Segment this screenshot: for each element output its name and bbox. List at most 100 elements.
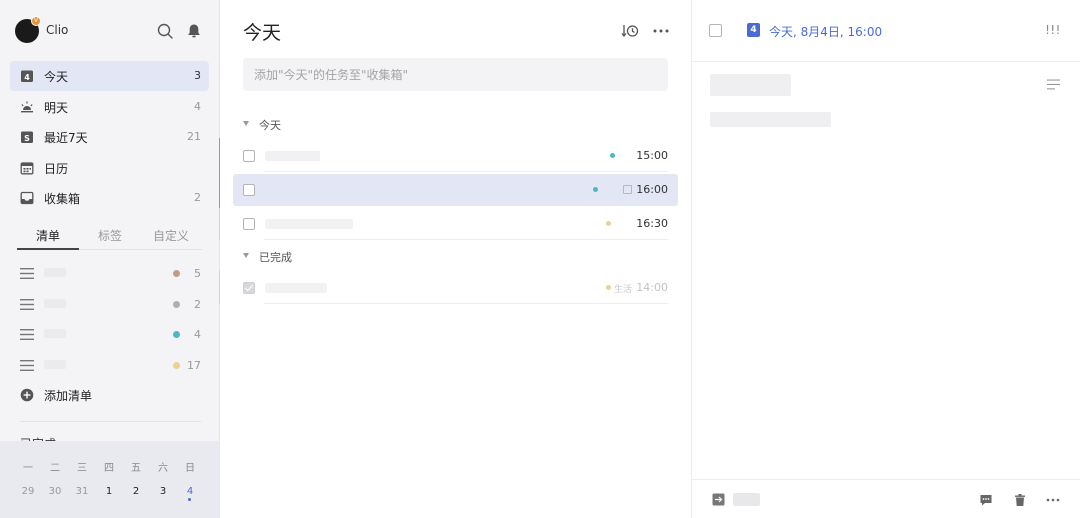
more-horizontal-icon[interactable] [1046, 493, 1060, 507]
task-row[interactable]: 16:30 [233, 208, 678, 240]
calendar-day[interactable]: 2 [122, 486, 150, 497]
list-count: 17 [187, 358, 201, 372]
task-checkbox-checked[interactable] [243, 282, 255, 294]
username[interactable]: Clio [46, 23, 68, 37]
nav-inbox[interactable]: 收集箱 2 [10, 183, 209, 213]
calendar-day[interactable]: 29 [14, 486, 42, 497]
collapse-caret-icon [243, 253, 249, 258]
detail-checkbox[interactable] [709, 24, 722, 37]
list-name [44, 358, 84, 370]
list-color-dot [610, 153, 615, 158]
calendar-day[interactable]: 30 [41, 486, 69, 497]
task-description-redacted[interactable] [710, 112, 831, 127]
calendar-day-today[interactable]: 4 [176, 486, 204, 497]
task-checkbox[interactable] [243, 184, 255, 196]
list-color-dot [606, 221, 611, 226]
more-horizontal-icon[interactable] [652, 23, 670, 39]
detail-footer [692, 479, 1080, 518]
weekday-label: 日 [185, 463, 195, 474]
nav-label: 日历 [44, 161, 69, 176]
tab-tags[interactable]: 标签 [98, 227, 122, 244]
task-time: 16:30 [636, 217, 668, 230]
mini-calendar: 一 二 三 四 五 六 日 29 30 31 1 2 3 4 [0, 441, 219, 518]
add-list-button[interactable]: 添加清单 [10, 380, 209, 410]
list-count: 5 [194, 267, 201, 280]
sidebar: V Clio 4 今天 3 明天 4 S 最近7天 21 日历 收集箱 2 清单… [0, 0, 220, 518]
date-row: 29 30 31 1 2 3 4 [14, 486, 206, 502]
sidebar-header: V Clio [0, 14, 220, 48]
list-color-dot [173, 361, 180, 369]
list-color-dot [173, 331, 180, 338]
user-lists: 5 2 4 17 [10, 258, 209, 380]
weekday-row: 一 二 三 四 五 六 日 [14, 459, 206, 475]
premium-badge: V [31, 16, 41, 26]
due-date[interactable]: 今天, 8月4日, 16:00 [769, 23, 882, 40]
bell-icon[interactable] [185, 22, 203, 40]
add-list-label: 添加清单 [44, 389, 93, 403]
calendar-date-icon[interactable]: 4 [747, 23, 760, 37]
comment-icon[interactable] [979, 493, 993, 507]
list-item[interactable]: 17 [10, 350, 209, 381]
weekday-label: 五 [131, 463, 141, 474]
task-row[interactable]: 15:00 [233, 140, 678, 172]
tab-custom[interactable]: 自定义 [153, 227, 189, 244]
nav-calendar[interactable]: 日历 [10, 153, 209, 183]
calendar-today-icon: 4 [21, 70, 33, 82]
task-title-redacted[interactable] [710, 74, 791, 96]
tab-lists[interactable]: 清单 [36, 227, 60, 244]
nav-count: 4 [194, 99, 201, 113]
task-checkbox[interactable] [243, 150, 255, 162]
task-checkbox[interactable] [243, 218, 255, 230]
search-icon[interactable] [156, 22, 174, 40]
weekday-label: 二 [50, 463, 60, 474]
trash-icon[interactable] [1013, 493, 1027, 507]
hamburger-list-icon [20, 329, 34, 340]
weekday-label: 三 [77, 463, 87, 474]
priority-button[interactable]: !!! [1045, 23, 1061, 37]
list-item[interactable]: 2 [10, 289, 209, 320]
task-title-redacted [265, 283, 327, 293]
plus-circle-icon [20, 388, 34, 402]
nav-tomorrow[interactable]: 明天 4 [10, 92, 209, 122]
note-icon [623, 185, 632, 194]
text-lines-icon[interactable] [1047, 79, 1060, 90]
list-color-dot [173, 300, 180, 308]
move-to-list-icon[interactable] [712, 493, 725, 506]
list-name [44, 327, 84, 339]
task-tag: 生活 [614, 285, 633, 295]
calendar-week-icon: S [21, 131, 33, 143]
task-title-redacted [265, 151, 320, 161]
task-row-selected[interactable]: 16:00 [233, 174, 678, 206]
detail-header: 4 今天, 8月4日, 16:00 !!! [692, 0, 1080, 62]
list-color-dot [593, 187, 598, 192]
hamburger-list-icon [20, 298, 34, 310]
weekday-label: 一 [23, 463, 33, 474]
smart-lists: 4 今天 3 明天 4 S 最近7天 21 日历 收集箱 2 [10, 61, 209, 214]
svg-text:S: S [24, 134, 30, 143]
list-count: 2 [194, 297, 201, 311]
inbox-icon [20, 191, 34, 205]
nav-count: 21 [187, 130, 201, 143]
section-label: 今天 [259, 119, 281, 132]
calendar-icon [20, 161, 34, 174]
nav-today[interactable]: 4 今天 3 [10, 61, 209, 91]
hamburger-list-icon [20, 268, 34, 279]
completed-task-row[interactable]: 生活 14:00 [233, 272, 678, 304]
sort-clock-icon[interactable] [621, 22, 639, 40]
calendar-day[interactable]: 1 [95, 486, 123, 497]
calendar-day[interactable]: 3 [149, 486, 177, 497]
section-label: 已完成 [259, 251, 292, 264]
list-name-redacted[interactable] [733, 493, 760, 506]
nav-next-7-days[interactable]: S 最近7天 21 [10, 122, 209, 152]
sidebar-tabs: 清单 标签 自定义 [17, 222, 202, 250]
list-item[interactable]: 5 [10, 258, 209, 289]
today-indicator-dot [188, 498, 191, 501]
list-name [44, 297, 84, 309]
nav-count: 3 [194, 69, 201, 82]
task-time: 16:00 [636, 183, 668, 196]
calendar-day[interactable]: 31 [68, 486, 96, 497]
nav-label: 最近7天 [44, 131, 88, 145]
task-time: 14:00 [636, 281, 668, 294]
add-task-input[interactable] [243, 58, 668, 91]
list-item[interactable]: 4 [10, 319, 209, 350]
